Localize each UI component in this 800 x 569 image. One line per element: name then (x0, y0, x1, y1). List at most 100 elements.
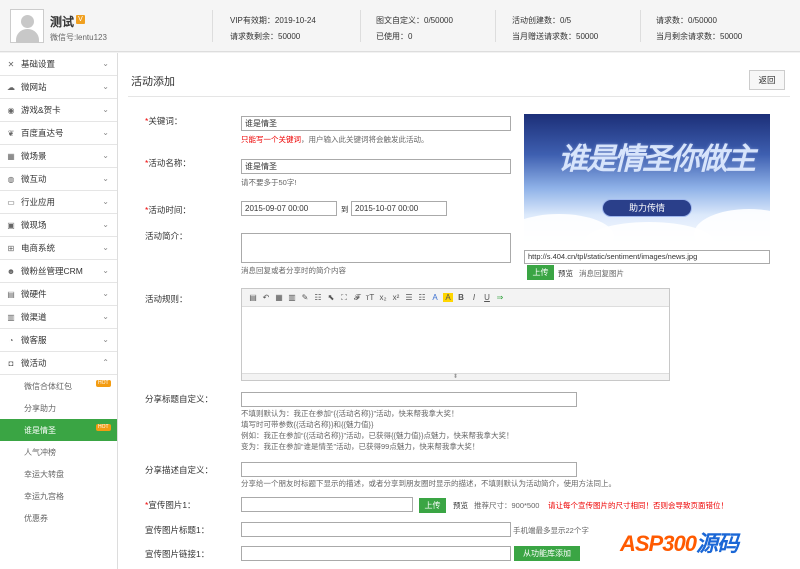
highlight-icon[interactable]: A (443, 293, 453, 302)
chevron-down-icon: ⌄ (102, 174, 109, 183)
promo-image-label: *宣传图片1： (145, 500, 196, 510)
promo-size-hint: 推荐尺寸：900*500 (474, 501, 540, 510)
chevron-down-icon: ⌄ (102, 289, 109, 298)
editor-resize-handle[interactable]: ⬍ (242, 373, 669, 380)
rules-editor[interactable]: ▤ ↶ ▦ ▥ ✎ ☷ ⬉ ⛶ 𝓕 ᴛT x₂ x² ☰ ☷ A A B I U… (241, 288, 670, 381)
sub-item-love-saint[interactable]: 谁是情圣 HOT (0, 419, 117, 441)
back-button[interactable]: 返回 (749, 70, 785, 90)
channel-icon: ▥ (7, 312, 15, 322)
bold-icon[interactable]: B (456, 293, 466, 302)
banner-title-text: 谁是情圣你做主 (558, 142, 756, 177)
sidebar-item-service[interactable]: ◔ 微客服 ⌄ (0, 329, 117, 352)
keyword-input[interactable]: 谁是情圣 (241, 116, 511, 131)
chevron-down-icon: ⌄ (102, 82, 109, 91)
font-size-icon[interactable]: ᴛT (365, 293, 375, 302)
banner-url-input[interactable]: http://s.404.cn/tpl/static/sentiment/ima… (524, 250, 770, 264)
sidebar-item-micro-scene[interactable]: ▦ 微场景 ⌄ (0, 145, 117, 168)
divider (495, 10, 496, 42)
sub-item-coupon[interactable]: 优惠券 (0, 507, 117, 529)
intro-textarea[interactable] (241, 233, 511, 263)
hot-badge: HOT (96, 424, 111, 431)
sub-item-wheel[interactable]: 幸运大转盘 (0, 463, 117, 485)
font-family-icon[interactable]: 𝓕 (352, 293, 362, 303)
share-title-hint-2: 填写时可带参数{{活动名称}}和{{魅力值}} (241, 420, 374, 429)
editor-toolbar: ▤ ↶ ▦ ▥ ✎ ☷ ⬉ ⛶ 𝓕 ᴛT x₂ x² ☰ ☷ A A B I U… (242, 289, 669, 307)
sub-item-popularity[interactable]: 人气冲榜 (0, 441, 117, 463)
link-icon[interactable]: ⇒ (495, 293, 505, 302)
promo-link-input[interactable] (241, 546, 511, 561)
start-time-input[interactable]: 2015-09-07 00:00 (241, 201, 337, 216)
cloud-icon: ☁ (7, 82, 15, 92)
chevron-down-icon: ⌄ (102, 335, 109, 344)
divider (128, 96, 790, 97)
sidebar-item-industry[interactable]: ▭ 行业应用 ⌄ (0, 191, 117, 214)
list-icon[interactable]: ☷ (417, 293, 427, 302)
promo-title-hint: 手机端最多显示22个字 (513, 526, 589, 535)
share-title-input[interactable] (241, 392, 577, 407)
sidebar-item-micro-site[interactable]: ☁ 微网站 ⌄ (0, 76, 117, 99)
sub-item-nine-grid[interactable]: 幸运九宫格 (0, 485, 117, 507)
name-input[interactable]: 谁是情圣 (241, 159, 511, 174)
banner-upload-button[interactable]: 上传 (527, 265, 554, 280)
wechat-id: 微信号:lentu123 (50, 33, 107, 42)
promo-link-label: 宣传图片链接1： (145, 549, 210, 559)
film-icon: ▦ (7, 151, 15, 161)
promo-upload-button[interactable]: 上传 (419, 498, 446, 513)
requests-remaining: 请求数剩余：50000 (230, 32, 301, 41)
paste-icon[interactable]: ▦ (274, 293, 284, 302)
underline-icon[interactable]: U (482, 293, 492, 302)
request-count: 请求数：0/50000 (656, 16, 717, 25)
vip-badge-icon: V (76, 15, 85, 24)
gift-icon: ◘ (8, 358, 14, 368)
sidebar-item-live[interactable]: ▣ 微现场 ⌄ (0, 214, 117, 237)
sub-item-red-packet[interactable]: 微信合体红包 HOT (0, 375, 117, 397)
name-hint: 请不要多于50字! (241, 178, 297, 187)
time-label: *活动时间： (145, 205, 191, 215)
sidebar-item-hardware[interactable]: ▤ 微硬件 ⌄ (0, 283, 117, 306)
source-icon[interactable]: ▤ (248, 293, 258, 302)
user-name: 测试 (50, 15, 75, 29)
undo-icon[interactable]: ↶ (261, 293, 271, 302)
intro-hint: 消息回复或者分享时的简介内容 (241, 266, 346, 275)
banner-preview-link[interactable]: 预览 (558, 268, 573, 279)
promo-title-input[interactable] (241, 522, 511, 537)
sub-item-share-help[interactable]: 分享助力 (0, 397, 117, 419)
avatar[interactable] (10, 9, 44, 43)
sidebar-item-crm[interactable]: ☻ 微粉丝管理CRM ⌄ (0, 260, 117, 283)
chevron-up-icon: ⌃ (102, 358, 109, 367)
share-desc-input[interactable] (241, 462, 577, 477)
sidebar-item-channel[interactable]: ▥ 微渠道 ⌄ (0, 306, 117, 329)
chevron-down-icon: ⌄ (102, 220, 109, 229)
chevron-down-icon: ⌄ (102, 312, 109, 321)
font-color-icon[interactable]: A (430, 293, 440, 302)
activity-count: 活动创建数：0/5 (512, 16, 572, 25)
promo-title-label: 宣传图片标题1： (145, 525, 210, 535)
subscript-icon[interactable]: x₂ (378, 293, 388, 302)
paste-text-icon[interactable]: ▥ (287, 293, 297, 302)
sidebar: ✕ 基础设置 ⌄ ☁ 微网站 ⌄ ◉ 游戏&贺卡 ⌄ ❦ 百度直达号 ⌄ ▦ 微场景 ⌄ ◍ 微互动 ⌄… (0, 53, 118, 569)
banner-preview-image: 谁是情圣你做主 助力传情 (524, 114, 770, 249)
select-icon[interactable]: ⬉ (326, 293, 336, 302)
used-count: 已使用：0 (376, 32, 413, 41)
fullscreen-icon[interactable]: ⛶ (339, 293, 349, 303)
sidebar-item-micro-interact[interactable]: ◍ 微互动 ⌄ (0, 168, 117, 191)
align-icon[interactable]: ☰ (404, 293, 414, 302)
promo-image-input[interactable] (241, 497, 413, 512)
divider (640, 10, 641, 42)
sidebar-item-ecommerce[interactable]: ⊞ 电商系统 ⌄ (0, 237, 117, 260)
table-icon[interactable]: ☷ (313, 293, 323, 302)
end-time-input[interactable]: 2015-10-07 00:00 (351, 201, 447, 216)
superscript-icon[interactable]: x² (391, 293, 401, 302)
italic-icon[interactable]: I (469, 293, 479, 302)
function-library-button[interactable]: 从功能库添加 (514, 546, 580, 561)
keyword-label: *关键词： (145, 116, 183, 126)
sidebar-item-activity[interactable]: ◘ 微活动 ⌃ (0, 352, 117, 375)
brush-icon[interactable]: ✎ (300, 293, 310, 302)
sidebar-item-games-cards[interactable]: ◉ 游戏&贺卡 ⌄ (0, 99, 117, 122)
sidebar-item-basic-settings[interactable]: ✕ 基础设置 ⌄ (0, 53, 117, 76)
sidebar-item-baidu[interactable]: ❦ 百度直达号 ⌄ (0, 122, 117, 145)
share-desc-label: 分享描述自定义： (145, 465, 214, 475)
page-title: 活动添加 (131, 76, 175, 88)
promo-preview-link[interactable]: 预览 (453, 500, 468, 511)
gamepad-icon: ◉ (7, 105, 15, 115)
